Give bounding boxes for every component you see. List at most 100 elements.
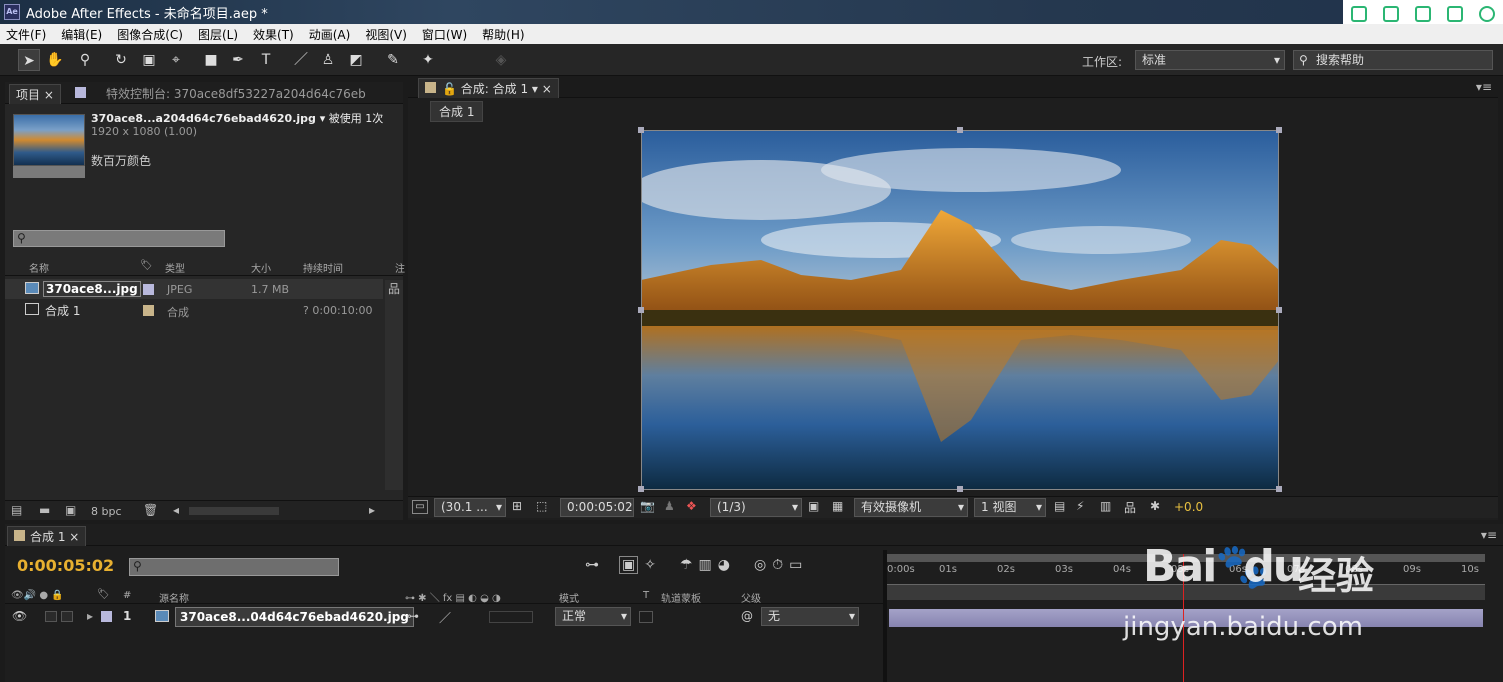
show-snapshot-icon[interactable]: ♟ bbox=[664, 499, 675, 513]
menu-layer[interactable]: 图层(L) bbox=[198, 26, 238, 43]
transform-handle[interactable] bbox=[1276, 307, 1282, 313]
usage-count[interactable]: ▾ 被使用 1次 bbox=[320, 112, 384, 125]
new-folder-icon[interactable]: ▬ bbox=[39, 503, 50, 517]
tab-effect-controls[interactable]: 特效控制台: 370ace8df53227a204d64c76eb bbox=[69, 84, 399, 104]
safe-zones-icon[interactable]: ⊞ bbox=[512, 499, 522, 513]
shy-switch-icon[interactable]: ⊶ bbox=[407, 609, 419, 623]
tab-composition[interactable]: 🔓 合成: 合成 1 ▾ × bbox=[418, 78, 559, 98]
label-color-swatch[interactable] bbox=[143, 305, 154, 316]
fast-previews-icon[interactable]: ⚡ bbox=[1076, 499, 1084, 513]
view-layout-select[interactable]: 1 视图 ▾ bbox=[974, 498, 1046, 517]
exposure-value[interactable]: +0.0 bbox=[1174, 500, 1203, 514]
clone-stamp-tool-icon[interactable]: ♙ bbox=[317, 49, 339, 71]
camera-select[interactable]: 有效摄像机 ▾ bbox=[854, 498, 968, 517]
close-icon[interactable]: × bbox=[69, 530, 79, 544]
column-duration[interactable]: 持续时间 bbox=[303, 260, 343, 275]
switches-icons[interactable]: ⊶ ✱ ＼ fx ▤ ◐ ◒ ◑ bbox=[405, 589, 501, 604]
search-help-input[interactable]: ⚲ 搜索帮助 bbox=[1293, 50, 1493, 70]
project-item-row[interactable]: 370ace8...jpg JPEG 1.7 MB bbox=[5, 279, 383, 299]
brainstorm-icon[interactable]: ⏱ bbox=[772, 557, 783, 573]
menu-file[interactable]: 文件(F) bbox=[6, 26, 46, 43]
current-time-display[interactable]: 0:00:05:02 bbox=[560, 498, 634, 517]
region-of-interest-icon[interactable]: ▣ bbox=[808, 499, 819, 513]
toggle-pixel-aspect-icon[interactable]: ▤ bbox=[1054, 499, 1065, 513]
share-icon[interactable] bbox=[1447, 6, 1463, 22]
scroll-right-icon[interactable]: ▸ bbox=[369, 503, 375, 517]
channel-rgb-icon[interactable]: ❖ bbox=[686, 499, 697, 513]
draft-3d-icon[interactable]: ✧ bbox=[644, 557, 656, 573]
preserve-transparency-box[interactable] bbox=[639, 611, 653, 623]
quality-switch-icon[interactable]: ／ bbox=[439, 609, 451, 626]
panel-menu-icon[interactable]: ▾≡ bbox=[1476, 80, 1492, 94]
parent-pickwhip-icon[interactable]: @ bbox=[741, 609, 753, 623]
graph-editor-icon[interactable]: ◎ bbox=[754, 557, 766, 573]
fullscreen-icon[interactable] bbox=[1383, 6, 1399, 22]
label-tag-icon[interactable]: 🏷 bbox=[97, 589, 110, 600]
puppet-tool-icon[interactable]: ✦ bbox=[417, 49, 439, 71]
menu-help[interactable]: 帮助(H) bbox=[482, 26, 524, 43]
comp-mini-flowchart-icon[interactable]: ⊶ bbox=[585, 557, 599, 573]
eraser-tool-icon[interactable]: ◩ bbox=[345, 49, 367, 71]
live-update-icon[interactable]: ▣ bbox=[619, 556, 639, 574]
transform-handle[interactable] bbox=[1276, 486, 1282, 492]
rotation-tool-icon[interactable]: ↻ bbox=[110, 49, 132, 71]
layer-row[interactable]: 👁 ▸ 1 370ace8...04d64c76ebad4620.jpg ⊶ ／… bbox=[5, 606, 883, 628]
menu-effect[interactable]: 效果(T) bbox=[253, 26, 294, 43]
layer-switch-boxes[interactable] bbox=[489, 611, 533, 623]
column-name[interactable]: 名称 bbox=[29, 260, 49, 275]
flowchart-icon[interactable]: 品 bbox=[388, 280, 400, 297]
always-preview-icon[interactable]: ▭ bbox=[412, 500, 428, 514]
transform-handle[interactable] bbox=[638, 127, 644, 133]
project-scrollbar[interactable]: 品 bbox=[385, 280, 403, 490]
frame-blending-icon[interactable]: ▥ bbox=[699, 557, 712, 573]
brush-tool-icon[interactable]: ／ bbox=[290, 49, 312, 71]
menu-edit[interactable]: 编辑(E) bbox=[61, 26, 102, 43]
parent-select[interactable]: 无 ▾ bbox=[761, 607, 859, 626]
zoom-tool-icon[interactable]: ⚲ bbox=[74, 49, 96, 71]
color-depth-label[interactable]: 8 bpc bbox=[91, 505, 122, 518]
layer-label-swatch[interactable] bbox=[101, 611, 112, 622]
timeline-search-input[interactable]: ⚲ bbox=[129, 558, 339, 576]
column-size[interactable]: 大小 bbox=[251, 260, 271, 275]
close-icon[interactable]: × bbox=[44, 88, 54, 102]
pan-behind-tool-icon[interactable]: ⌖ bbox=[165, 49, 187, 71]
trash-icon[interactable]: 🗑 bbox=[143, 503, 158, 517]
lock-icon[interactable]: 🔓 bbox=[442, 82, 457, 96]
bookmark-icon[interactable] bbox=[1351, 6, 1367, 22]
transform-handle[interactable] bbox=[638, 486, 644, 492]
solo-switch[interactable] bbox=[45, 611, 57, 622]
interpret-footage-icon[interactable]: ▤ bbox=[11, 503, 22, 517]
tab-timeline[interactable]: 合成 1 × bbox=[7, 526, 87, 546]
video-visibility-icon[interactable]: 👁 bbox=[12, 609, 27, 623]
magnification-select[interactable]: (30.1 ... ▾ bbox=[434, 498, 506, 517]
flowchart-icon[interactable]: 品 bbox=[1124, 499, 1136, 516]
project-item-row[interactable]: 合成 1 合成 ? 0:00:10:00 bbox=[5, 300, 383, 320]
label-color-swatch[interactable] bbox=[143, 284, 154, 295]
camera-tool-icon[interactable]: ▣ bbox=[138, 49, 160, 71]
project-search-input[interactable]: ⚲ bbox=[13, 230, 225, 247]
settings-icon[interactable] bbox=[1479, 6, 1495, 22]
av-features-icons[interactable]: 👁🔊 ● 🔒 bbox=[11, 590, 64, 601]
exposure-reset-icon[interactable]: ✱ bbox=[1150, 499, 1160, 513]
rectangle-tool-icon[interactable]: ■ bbox=[200, 49, 222, 71]
column-type[interactable]: 类型 bbox=[165, 260, 185, 275]
menu-composition[interactable]: 图像合成(C) bbox=[117, 26, 183, 43]
scroll-left-icon[interactable]: ◂ bbox=[173, 503, 179, 517]
composition-viewer[interactable] bbox=[641, 130, 1279, 490]
new-composition-icon[interactable]: ▣ bbox=[65, 503, 76, 517]
transform-handle[interactable] bbox=[638, 307, 644, 313]
text-tool-icon[interactable]: T bbox=[255, 49, 277, 71]
transform-handle[interactable] bbox=[1276, 127, 1282, 133]
tab-project[interactable]: 项目 × bbox=[9, 84, 61, 104]
label-tag-icon[interactable]: 🏷 bbox=[140, 260, 153, 271]
save-icon[interactable] bbox=[1415, 6, 1431, 22]
hide-shy-layers-icon[interactable]: ☂ bbox=[680, 557, 693, 573]
horizontal-scrollbar[interactable] bbox=[189, 507, 279, 515]
menu-animation[interactable]: 动画(A) bbox=[309, 26, 351, 43]
timeline-current-time[interactable]: 0:00:05:02 bbox=[17, 556, 114, 575]
mask-visibility-icon[interactable]: ⬚ bbox=[536, 499, 547, 513]
chevron-down-icon[interactable]: ▾ bbox=[532, 82, 538, 96]
roto-brush-tool-icon[interactable]: ✎ bbox=[382, 49, 404, 71]
snapshot-camera-icon[interactable]: 📷 bbox=[640, 499, 655, 513]
blend-mode-select[interactable]: 正常 ▾ bbox=[555, 607, 631, 626]
